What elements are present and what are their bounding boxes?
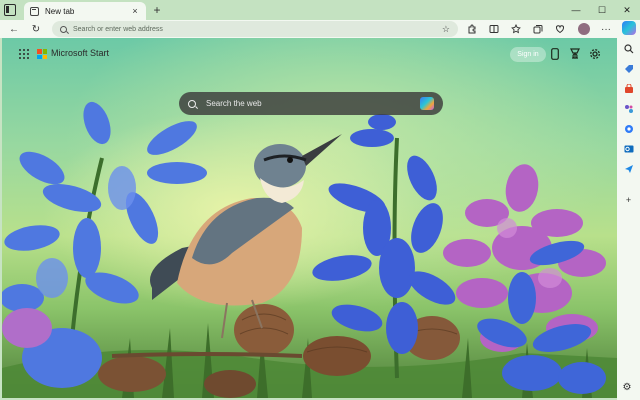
new-tab-button[interactable]: +	[150, 2, 164, 18]
settings-icon[interactable]	[588, 47, 602, 61]
maximize-button[interactable]: ☐	[589, 0, 615, 20]
address-search-icon	[60, 25, 67, 33]
tab-title: New tab	[45, 6, 75, 16]
search-placeholder: Search the web	[206, 99, 262, 108]
phone-icon[interactable]	[548, 47, 562, 61]
split-screen-icon[interactable]	[486, 21, 502, 37]
search-icon	[188, 99, 196, 108]
new-tab-page-icon	[30, 6, 39, 16]
address-placeholder: Search or enter web address	[73, 25, 163, 33]
browser-toolbar: ← ↻ Search or enter web address ☆ ···	[0, 20, 640, 38]
extensions-icon[interactable]	[464, 21, 480, 37]
add-icon[interactable]: +	[623, 194, 634, 205]
more-icon[interactable]: ···	[598, 21, 614, 37]
games-icon[interactable]	[623, 103, 634, 114]
apps-launcher-icon[interactable]	[19, 49, 29, 59]
address-bar[interactable]: Search or enter web address ☆	[52, 21, 458, 37]
shopping-icon[interactable]	[623, 83, 634, 94]
outlook-icon[interactable]	[623, 143, 634, 154]
microsoft-logo-icon	[37, 49, 47, 59]
copilot-icon[interactable]	[622, 21, 636, 35]
sign-in-button[interactable]: Sign in	[510, 47, 546, 62]
close-window-button[interactable]: ✕	[614, 0, 640, 20]
tag-icon[interactable]	[623, 63, 634, 74]
tab-strip: New tab × + — ☐ ✕	[0, 0, 640, 20]
new-tab-page: Microsoft Start Sign in Search the web	[2, 38, 617, 398]
tab-actions-icon[interactable]	[4, 4, 16, 16]
favorites-icon[interactable]	[508, 21, 524, 37]
copilot-search-icon[interactable]	[420, 97, 434, 110]
minimize-button[interactable]: —	[563, 0, 589, 20]
tab-new-tab[interactable]: New tab ×	[24, 2, 146, 20]
browser-essentials-icon[interactable]	[552, 21, 568, 37]
rewards-icon[interactable]	[568, 47, 582, 61]
sidebar-search-icon[interactable]	[623, 43, 634, 54]
refresh-button[interactable]: ↻	[28, 21, 44, 37]
tab-close-icon[interactable]: ×	[130, 6, 140, 16]
brand-title[interactable]: Microsoft Start	[51, 48, 109, 58]
favorite-star-icon[interactable]: ☆	[442, 24, 450, 35]
back-button[interactable]: ←	[6, 21, 22, 37]
copilot-sidebar-icon[interactable]	[623, 123, 634, 134]
profile-avatar[interactable]	[578, 23, 590, 35]
web-search-box[interactable]: Search the web	[179, 92, 443, 115]
collections-icon[interactable]	[530, 21, 546, 37]
send-icon[interactable]	[623, 163, 634, 174]
sidebar-settings-icon[interactable]: ⚙	[620, 382, 634, 396]
edge-sidebar: +	[617, 38, 640, 400]
